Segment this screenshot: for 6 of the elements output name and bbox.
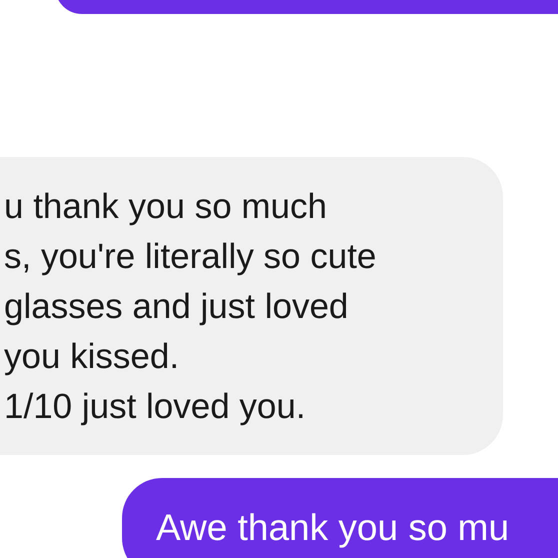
message-text-line: you kissed. xyxy=(4,336,180,378)
message-text-line: u thank you so much xyxy=(4,186,327,228)
message-text-line: 1/10 just loved you. xyxy=(4,386,306,428)
message-text-line: Awe thank you so mu xyxy=(156,506,510,550)
message-text-line: s, you're literally so cute xyxy=(4,236,376,278)
message-text-line: glasses and just loved xyxy=(4,286,348,328)
